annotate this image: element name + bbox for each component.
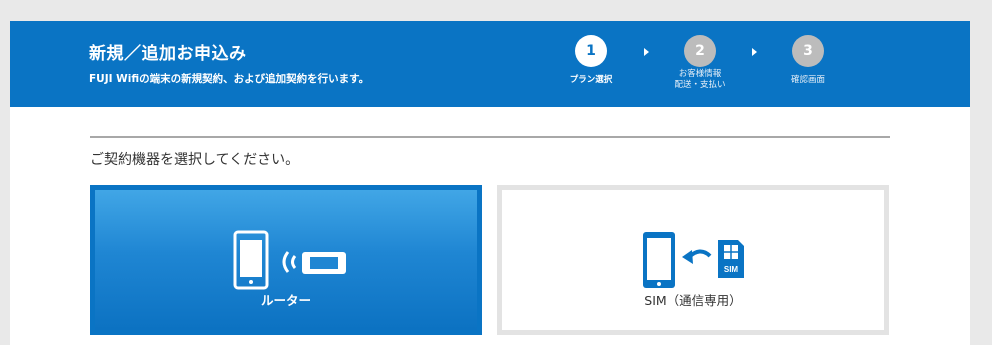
router-option-card[interactable]: ルーター xyxy=(90,185,482,335)
step-1-number: 1 xyxy=(575,35,607,67)
page-header: 新規／追加お申込み FUJI Wifiの端末の新規契約、および追加契約を行います… xyxy=(10,21,970,107)
sim-option-card[interactable]: SIM SIM（通信専用） xyxy=(497,185,889,335)
router-option-label: ルーター xyxy=(260,293,311,308)
step-2-number: 2 xyxy=(684,35,716,67)
router-device-icon xyxy=(233,230,346,290)
step-1-label: プラン選択 xyxy=(569,75,613,85)
step-3-label: 確認画面 xyxy=(790,75,825,85)
page-subtitle: FUJI Wifiの端末の新規契約、および追加契約を行います。 xyxy=(89,73,370,85)
step-2-label-line1: お客様情報 xyxy=(678,69,722,79)
page-title: 新規／追加お申込み xyxy=(89,44,247,64)
section-divider xyxy=(90,136,890,138)
step-3-number: 3 xyxy=(792,35,824,67)
router-option-inner: ルーター xyxy=(95,190,477,330)
step-arrow-1-icon xyxy=(644,48,649,56)
step-3: 3 確認画面 xyxy=(758,35,858,86)
step-arrow-2-icon xyxy=(752,48,757,56)
device-select-instruction: ご契約機器を選択してください。 xyxy=(90,152,300,168)
sim-option-inner: SIM SIM（通信専用） xyxy=(502,190,884,330)
sim-card-icon: SIM xyxy=(643,232,744,288)
application-container: 新規／追加お申込み FUJI Wifiの端末の新規契約、および追加契約を行います… xyxy=(10,21,970,345)
sim-option-label: SIM（通信専用） xyxy=(644,293,742,308)
step-2: 2 お客様情報 配送・支払い xyxy=(650,35,750,91)
svg-text:SIM: SIM xyxy=(724,265,739,274)
step-1: 1 プラン選択 xyxy=(541,35,641,86)
step-2-label-line2: 配送・支払い xyxy=(674,80,726,90)
